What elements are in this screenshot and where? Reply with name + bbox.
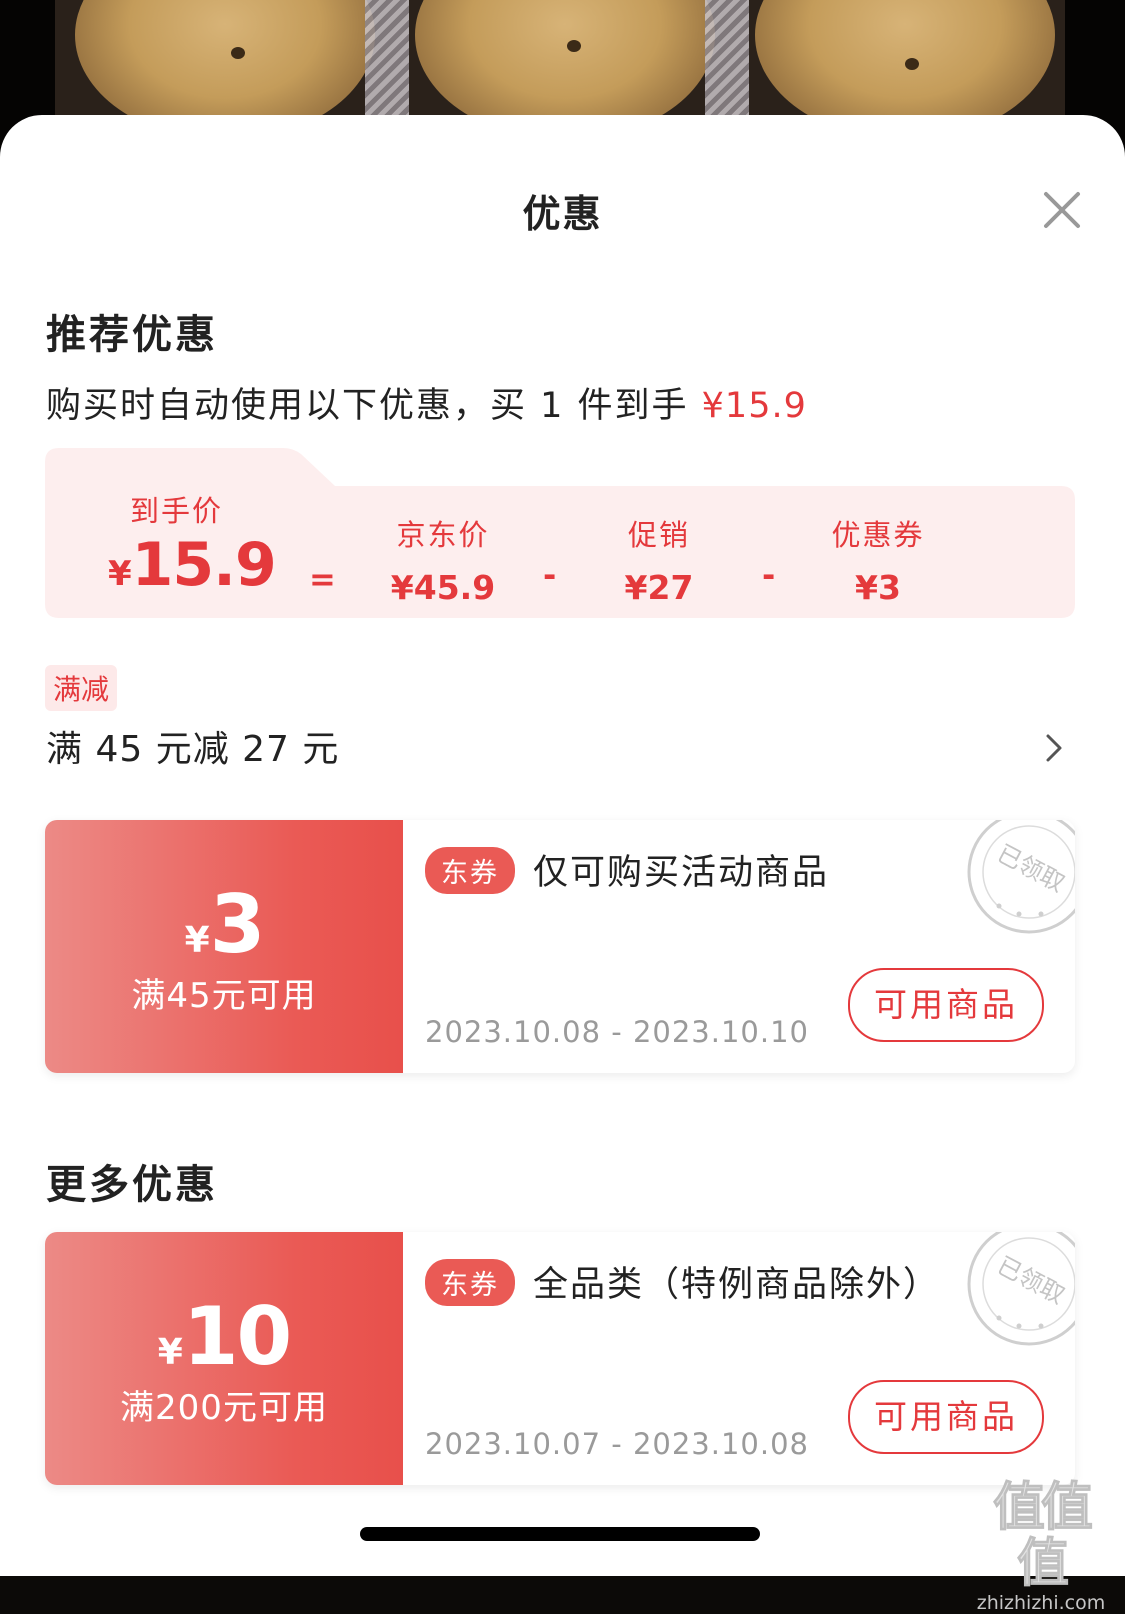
coupon-currency: ¥ [157,1332,183,1373]
promo-text: 满 45 元减 27 元 [46,729,340,770]
stamp-text: 已领取 [993,1251,1070,1310]
breakdown-item-value: ¥3 [855,568,901,607]
recommended-description: 购买时自动使用以下优惠，买 1 件到手 ¥15.9 [46,377,807,428]
coupon-amount: ¥10 [45,1290,403,1383]
equals-sign: = [309,560,336,598]
minus-sign: - [543,556,557,594]
breakdown-item-coupon: 优惠券 ¥3 [823,512,933,607]
stamp-text: 已领取 [993,839,1070,898]
final-price-label: 到手价 [130,494,224,528]
coupon-amount: ¥3 [45,878,403,971]
coupon-condition: 满200元可用 [120,1388,328,1428]
more-heading: 更多优惠 [46,1162,218,1208]
coupon-type-badge: 东券 [425,1259,515,1306]
watermark-logo: 值值值 [992,1478,1093,1594]
final-price-value: 15.9 [131,530,277,600]
breakdown-item-promotion: 促销 ¥27 [614,512,704,607]
breakdown-item-value: ¥45.9 [390,568,496,607]
description-text: 购买时自动使用以下优惠，买 1 件到手 [46,386,702,426]
home-indicator[interactable] [360,1527,760,1541]
coupon-card: ¥10 满200元可用 东券 全品类（特例商品除外） 2023.10.07 - … [45,1232,1075,1485]
minus-sign: - [762,556,776,594]
watermark: 值值值 zhizhizhi.com [971,1480,1111,1614]
coupon-value-panel: ¥10 满200元可用 [45,1232,403,1485]
recommended-heading: 推荐优惠 [46,312,218,358]
coupon-date-range: 2023.10.07 - 2023.10.08 [425,1427,809,1461]
breakdown-item-value: ¥27 [624,568,694,607]
promo-row[interactable]: 满 45 元减 27 元 [46,720,1076,776]
watermark-site: zhizhizhi.com [976,1592,1106,1614]
chevron-right-icon [1046,734,1062,762]
claimed-stamp-icon: 已领取 [967,1232,1075,1346]
close-button[interactable] [1037,185,1087,235]
coupon-description: 全品类（特例商品除外） [533,1265,941,1305]
coupon-date-range: 2023.10.08 - 2023.10.10 [425,1015,809,1049]
close-icon [1044,192,1080,228]
coupon-card: ¥3 满45元可用 东券 仅可购买活动商品 2023.10.08 - 2023.… [45,820,1075,1073]
coupon-value-panel: ¥3 满45元可用 [45,820,403,1073]
breakdown-item-jd-price: 京东价 ¥45.9 [388,512,498,607]
coupon-amount-value: 3 [209,878,266,971]
breakdown-item-label: 促销 [627,518,690,552]
promo-tag: 满减 [45,665,118,711]
final-price-currency: ¥ [108,554,132,594]
coupon-condition: 满45元可用 [131,976,317,1016]
final-price: ¥15.9 [108,530,277,600]
coupon-amount-value: 10 [182,1290,292,1383]
coupon-description: 仅可购买活动商品 [533,853,830,893]
breakdown-item-label: 京东价 [396,518,490,552]
available-products-button[interactable]: 可用商品 [848,1380,1044,1454]
sheet-title: 优惠 [522,192,603,236]
description-price: ¥15.9 [701,386,807,426]
claimed-stamp-icon: 已领取 [967,820,1075,934]
coupon-currency: ¥ [184,920,210,961]
breakdown-item-label: 优惠券 [831,518,925,552]
coupon-type-badge: 东券 [425,847,515,894]
available-products-button[interactable]: 可用商品 [848,968,1044,1042]
